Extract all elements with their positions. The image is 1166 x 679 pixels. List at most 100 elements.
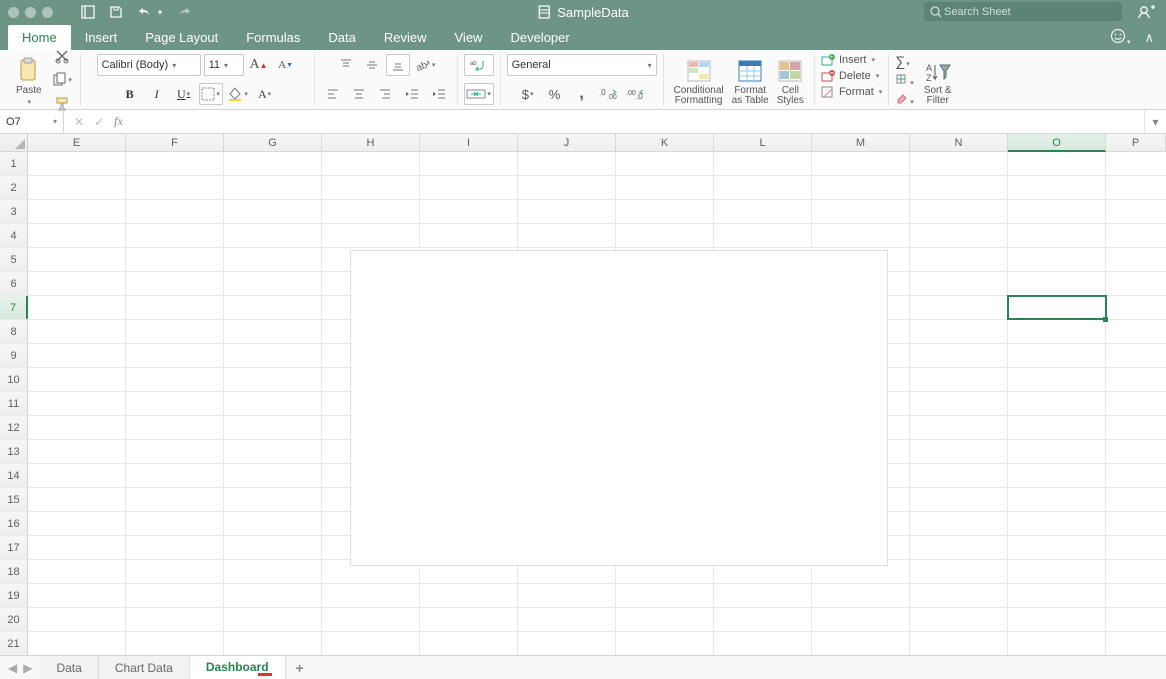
cell[interactable] [1008, 536, 1106, 559]
row-header[interactable]: 16 [0, 512, 28, 535]
row-header[interactable]: 21 [0, 632, 28, 655]
cell[interactable] [1008, 488, 1106, 511]
cell[interactable] [28, 536, 126, 559]
cell[interactable] [616, 608, 714, 631]
save-icon[interactable] [109, 5, 123, 19]
cell[interactable] [1106, 368, 1166, 391]
column-header[interactable]: E [28, 134, 126, 151]
feedback-icon[interactable]: ▾ [1110, 28, 1131, 47]
cell[interactable] [28, 608, 126, 631]
expand-formula-bar-icon[interactable]: ▾ [1144, 110, 1166, 133]
row-header[interactable]: 11 [0, 392, 28, 415]
cell[interactable] [1106, 296, 1166, 319]
cell[interactable] [126, 464, 224, 487]
cell[interactable] [224, 200, 322, 223]
format-as-table-button[interactable]: Format as Table [728, 54, 773, 106]
cell[interactable] [518, 584, 616, 607]
cell[interactable] [1106, 344, 1166, 367]
cell[interactable] [812, 608, 910, 631]
sort-filter-button[interactable]: AZ Sort & Filter [920, 54, 956, 106]
format-cells-button[interactable]: Format▾ [821, 86, 882, 98]
enter-formula-icon[interactable]: ✓ [94, 115, 104, 129]
collapse-ribbon-icon[interactable]: ∧ [1144, 30, 1154, 46]
cell[interactable] [910, 272, 1008, 295]
cell[interactable] [714, 200, 812, 223]
cell[interactable] [28, 488, 126, 511]
cell[interactable] [224, 608, 322, 631]
formula-input[interactable] [133, 114, 1144, 129]
cell[interactable] [714, 176, 812, 199]
cell[interactable] [910, 344, 1008, 367]
cell[interactable] [126, 200, 224, 223]
cell[interactable] [1106, 392, 1166, 415]
row-header[interactable]: 19 [0, 584, 28, 607]
cell[interactable] [1008, 152, 1106, 175]
cell[interactable] [224, 512, 322, 535]
cell[interactable] [616, 584, 714, 607]
cell[interactable] [420, 584, 518, 607]
cell[interactable] [1106, 536, 1166, 559]
row-header[interactable]: 15 [0, 488, 28, 511]
minimize-window-icon[interactable] [25, 7, 36, 18]
cell[interactable] [1106, 176, 1166, 199]
decrease-font-icon[interactable]: A▼ [274, 54, 298, 76]
select-all-corner[interactable] [0, 134, 28, 151]
cell[interactable] [518, 200, 616, 223]
row-header[interactable]: 14 [0, 464, 28, 487]
cell[interactable] [1008, 344, 1106, 367]
increase-indent-icon[interactable] [427, 83, 451, 105]
cell[interactable] [224, 536, 322, 559]
cell[interactable] [518, 632, 616, 655]
cell[interactable] [910, 200, 1008, 223]
column-header[interactable]: L [714, 134, 812, 151]
increase-decimal-button[interactable]: .0.00 [597, 83, 621, 105]
column-header[interactable]: G [224, 134, 322, 151]
row-header[interactable]: 20 [0, 608, 28, 631]
column-header[interactable]: M [812, 134, 910, 151]
align-right-icon[interactable] [373, 83, 397, 105]
cell[interactable] [910, 224, 1008, 247]
cell[interactable] [322, 176, 420, 199]
autosum-button[interactable]: ∑▾ [895, 53, 914, 69]
cell[interactable] [1008, 416, 1106, 439]
row-header[interactable]: 18 [0, 560, 28, 583]
cell[interactable] [910, 488, 1008, 511]
sheet-tab-dashboard[interactable]: Dashboard [190, 655, 286, 679]
cell[interactable] [322, 584, 420, 607]
paste-button[interactable]: Paste ▾ [12, 54, 46, 106]
cell[interactable] [224, 488, 322, 511]
cell[interactable] [1106, 152, 1166, 175]
cell[interactable] [910, 584, 1008, 607]
wrap-text-button[interactable]: ab [464, 54, 494, 76]
cell[interactable] [420, 224, 518, 247]
column-header[interactable]: F [126, 134, 224, 151]
delete-cells-button[interactable]: Delete▾ [821, 70, 882, 82]
cell[interactable] [322, 632, 420, 655]
percent-button[interactable]: % [543, 83, 567, 105]
merge-center-button[interactable]: ▾ [464, 83, 494, 105]
cell[interactable] [1008, 296, 1106, 319]
cell[interactable] [322, 152, 420, 175]
cell[interactable] [616, 632, 714, 655]
cell[interactable] [420, 200, 518, 223]
cell[interactable] [616, 176, 714, 199]
cell[interactable] [1106, 464, 1166, 487]
sheet-nav-prev-icon[interactable]: ◀ [8, 661, 17, 675]
cancel-formula-icon[interactable]: ✕ [74, 115, 84, 129]
tab-home[interactable]: Home [8, 25, 71, 50]
cell[interactable] [518, 224, 616, 247]
bold-button[interactable]: B [118, 83, 142, 105]
cell-styles-button[interactable]: Cell Styles [773, 54, 808, 106]
align-middle-icon[interactable] [360, 54, 384, 76]
row-header[interactable]: 17 [0, 536, 28, 559]
cell[interactable] [126, 632, 224, 655]
cell[interactable] [126, 320, 224, 343]
cell[interactable] [126, 512, 224, 535]
cell[interactable] [910, 464, 1008, 487]
cell[interactable] [126, 176, 224, 199]
cell[interactable] [616, 200, 714, 223]
cell[interactable] [1008, 176, 1106, 199]
cell[interactable] [1008, 440, 1106, 463]
column-header[interactable]: H [322, 134, 420, 151]
cell[interactable] [812, 632, 910, 655]
